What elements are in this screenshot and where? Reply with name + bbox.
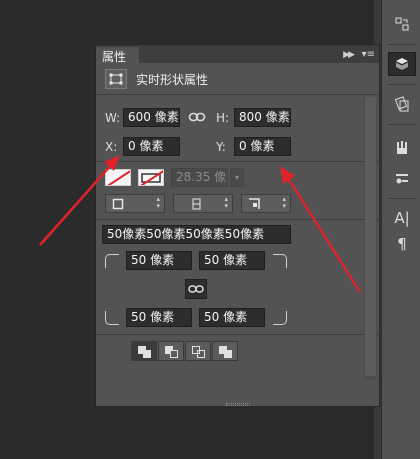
annotation-arrows xyxy=(39,155,362,293)
annotation-arrow-y xyxy=(280,166,362,293)
annotation-arrow-x xyxy=(39,155,120,246)
